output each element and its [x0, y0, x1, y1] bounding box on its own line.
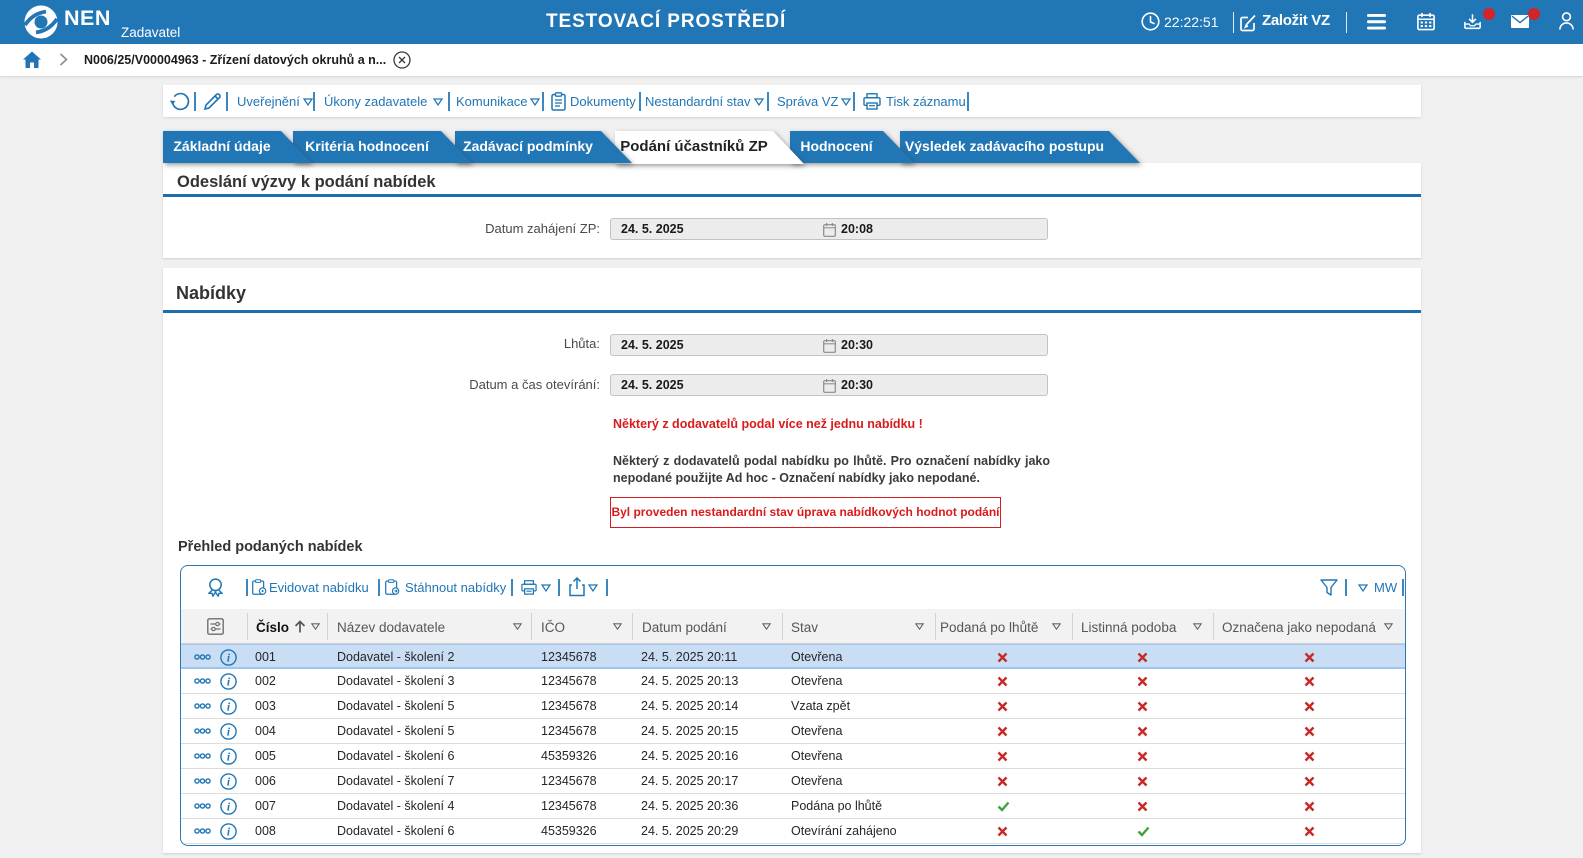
svg-text:i: i	[227, 827, 231, 839]
svg-text:i: i	[227, 727, 231, 739]
svg-text:i: i	[227, 702, 231, 714]
svg-text:i: i	[227, 777, 231, 789]
svg-text:i: i	[227, 752, 231, 764]
svg-text:i: i	[227, 677, 231, 689]
svg-text:i: i	[227, 802, 231, 814]
svg-text:i: i	[227, 653, 231, 665]
